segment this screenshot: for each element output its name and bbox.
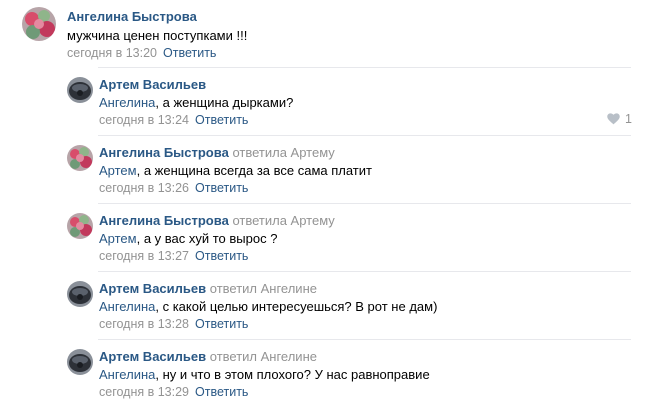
avatar[interactable]: [67, 281, 93, 307]
comment-author: Ангелина Быстрова ответила Артему: [99, 145, 335, 160]
avatar[interactable]: [22, 7, 56, 41]
comment-author: Ангелина Быстрова ответила Артему: [99, 213, 335, 228]
reply-button[interactable]: Ответить: [195, 317, 248, 331]
comment-body: , а женщина всегда за все сама платит: [136, 163, 372, 178]
reply-to-label[interactable]: ответила Артему: [232, 145, 334, 160]
user-photo-icon: [67, 145, 93, 171]
comment-timestamp[interactable]: сегодня в 13:27: [99, 249, 189, 263]
user-photo-icon: [67, 281, 93, 307]
user-photo-icon: [67, 213, 93, 239]
divider: [98, 271, 631, 272]
comment-text: Ангелина, а женщина дырками?: [99, 95, 293, 110]
avatar[interactable]: [67, 349, 93, 375]
comment-meta: сегодня в 13:29 Ответить: [99, 385, 248, 399]
comment-timestamp[interactable]: сегодня в 13:28: [99, 317, 189, 331]
user-photo-icon: [22, 7, 56, 41]
comment-body: , ну и что в этом плохого? У нас равнопр…: [155, 367, 430, 382]
comment-meta: сегодня в 13:26 Ответить: [99, 181, 248, 195]
divider: [98, 67, 631, 68]
mention-link[interactable]: Ангелина: [99, 95, 155, 110]
mention-link[interactable]: Артем: [99, 231, 137, 246]
author-name-link[interactable]: Артем Васильев: [99, 281, 206, 296]
comment-body: , а у вас хуй то вырос ?: [136, 231, 278, 246]
reply-to-label[interactable]: ответила Артему: [232, 213, 334, 228]
reply-button[interactable]: Ответить: [195, 385, 248, 399]
avatar[interactable]: [67, 145, 93, 171]
comment-author: Артем Васильев ответил Ангелине: [99, 349, 317, 364]
author-name-link[interactable]: Ангелина Быстрова: [99, 145, 229, 160]
comment-author: Артем Васильев: [99, 77, 206, 92]
author-name-link[interactable]: Артем Васильев: [99, 77, 206, 92]
comment-body: , с какой целью интересуешься? В рот не …: [155, 299, 438, 314]
like-button[interactable]: 1: [607, 112, 632, 126]
divider: [98, 339, 631, 340]
reply-button[interactable]: Ответить: [163, 46, 216, 60]
reply-button[interactable]: Ответить: [195, 181, 248, 195]
comment-author: Артем Васильев ответил Ангелине: [99, 281, 317, 296]
comment-timestamp[interactable]: сегодня в 13:20: [67, 46, 157, 60]
user-photo-icon: [67, 77, 93, 103]
comment-timestamp[interactable]: сегодня в 13:26: [99, 181, 189, 195]
author-name-link[interactable]: Ангелина Быстрова: [99, 213, 229, 228]
comment-body: мужчина ценен поступками !!!: [67, 28, 248, 43]
comment-text: Артем, а у вас хуй то вырос ?: [99, 231, 277, 246]
author-name-link[interactable]: Ангелина Быстрова: [67, 9, 197, 24]
comment-meta: сегодня в 13:27 Ответить: [99, 249, 248, 263]
comment-text: Ангелина, с какой целью интересуешься? В…: [99, 299, 437, 314]
reply-to-label[interactable]: ответил Ангелине: [210, 281, 317, 296]
reply-button[interactable]: Ответить: [195, 113, 248, 127]
comment-meta: сегодня в 13:20 Ответить: [67, 46, 216, 60]
comment-text: мужчина ценен поступками !!!: [67, 28, 247, 43]
heart-icon: [607, 113, 620, 125]
comment-meta: сегодня в 13:24 Ответить: [99, 113, 248, 127]
comment-body: , а женщина дырками?: [155, 95, 294, 110]
reply-button[interactable]: Ответить: [195, 249, 248, 263]
mention-link[interactable]: Артем: [99, 163, 137, 178]
comment-text: Артем, а женщина всегда за все сама плат…: [99, 163, 372, 178]
divider: [98, 203, 631, 204]
reply-to-label[interactable]: ответил Ангелине: [210, 349, 317, 364]
comment-timestamp[interactable]: сегодня в 13:29: [99, 385, 189, 399]
mention-link[interactable]: Ангелина: [99, 299, 155, 314]
avatar[interactable]: [67, 77, 93, 103]
comment-text: Ангелина, ну и что в этом плохого? У нас…: [99, 367, 430, 382]
comment-meta: сегодня в 13:28 Ответить: [99, 317, 248, 331]
comment-author: Ангелина Быстрова: [67, 9, 197, 24]
divider: [98, 135, 631, 136]
comment-timestamp[interactable]: сегодня в 13:24: [99, 113, 189, 127]
mention-link[interactable]: Ангелина: [99, 367, 155, 382]
like-count: 1: [625, 112, 632, 126]
user-photo-icon: [67, 349, 93, 375]
author-name-link[interactable]: Артем Васильев: [99, 349, 206, 364]
avatar[interactable]: [67, 213, 93, 239]
